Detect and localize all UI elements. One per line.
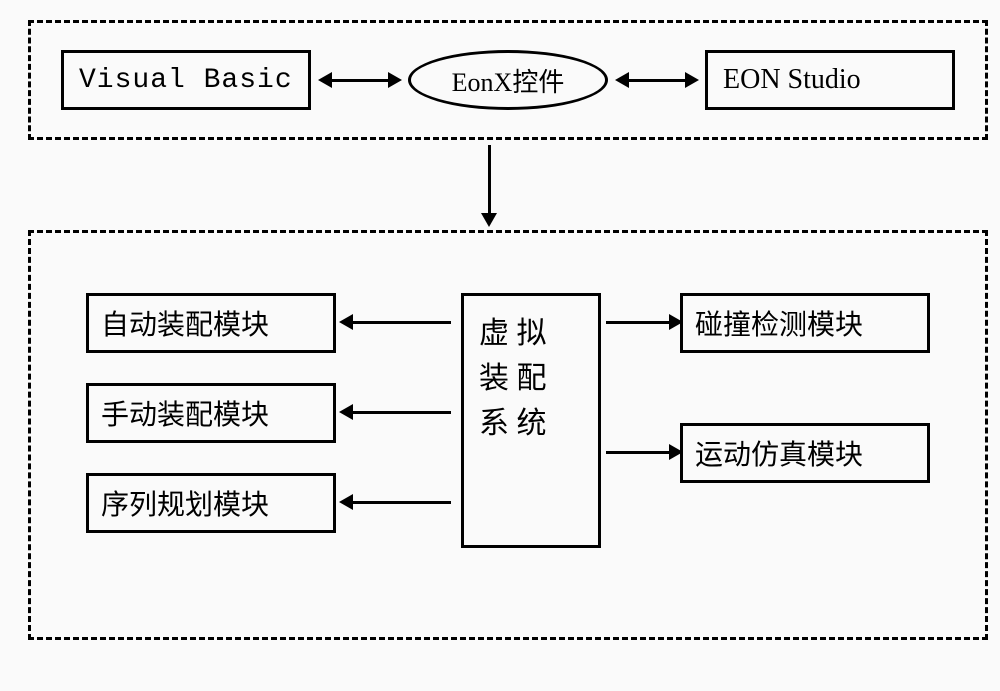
eonx-label: EonX控件	[452, 62, 565, 99]
eon-studio-label: EON Studio	[723, 64, 861, 96]
manual-assembly-label: 手动装配模块	[101, 393, 269, 433]
arrow-top-to-bottom	[488, 145, 491, 215]
manual-assembly-module-box: 手动装配模块	[86, 383, 336, 443]
arrow-to-motion	[606, 451, 671, 454]
arrow-to-collision	[606, 321, 671, 324]
arrow-to-sequence	[351, 501, 451, 504]
arrow-eonx-eonstudio	[627, 79, 687, 82]
vas-line2: 装 配	[479, 356, 547, 401]
top-group-container: Visual Basic EonX控件 EON Studio	[28, 20, 988, 140]
arrow-vb-eonx	[330, 79, 390, 82]
vas-line3: 系 统	[479, 401, 547, 446]
collision-detection-module-box: 碰撞检测模块	[680, 293, 930, 353]
motion-simulation-module-box: 运动仿真模块	[680, 423, 930, 483]
visual-basic-label: Visual Basic	[79, 65, 293, 96]
sequence-planning-module-box: 序列规划模块	[86, 473, 336, 533]
motion-simulation-label: 运动仿真模块	[695, 433, 863, 473]
arrow-to-manual	[351, 411, 451, 414]
bottom-group-container: 自动装配模块 手动装配模块 序列规划模块 虚 拟 装 配 系 统 碰撞检测模块 …	[28, 230, 988, 640]
sequence-planning-label: 序列规划模块	[101, 483, 269, 523]
eon-studio-box: EON Studio	[705, 50, 955, 110]
left-modules-column: 自动装配模块 手动装配模块 序列规划模块	[86, 293, 336, 563]
collision-detection-label: 碰撞检测模块	[695, 303, 863, 343]
virtual-assembly-system-box: 虚 拟 装 配 系 统	[461, 293, 601, 548]
eonx-ellipse: EonX控件	[408, 50, 608, 110]
arrow-to-auto	[351, 321, 451, 324]
auto-assembly-label: 自动装配模块	[101, 303, 269, 343]
right-modules-column: 碰撞检测模块 运动仿真模块	[680, 293, 930, 553]
auto-assembly-module-box: 自动装配模块	[86, 293, 336, 353]
visual-basic-box: Visual Basic	[61, 50, 311, 110]
vas-line1: 虚 拟	[479, 311, 547, 356]
